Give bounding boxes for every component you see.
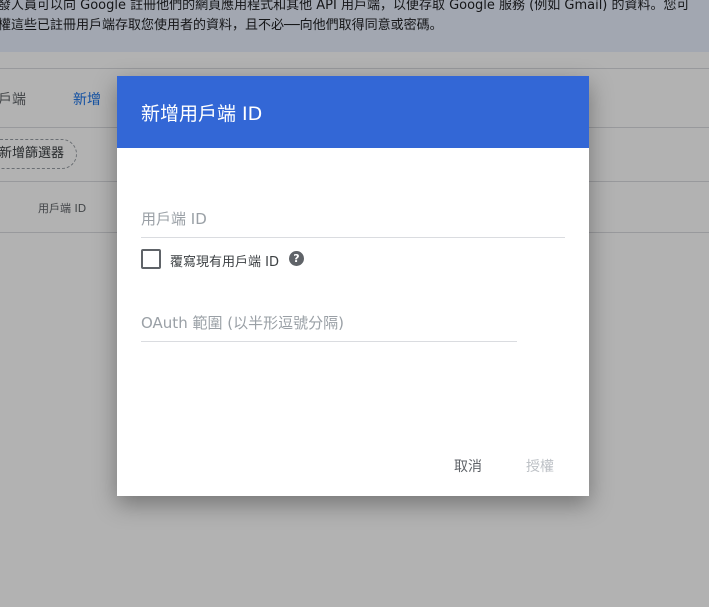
dialog-title: 新增用戶端 ID	[141, 103, 263, 125]
client-id-input[interactable]	[141, 206, 565, 238]
oauth-scope-input[interactable]	[141, 310, 517, 342]
cancel-button[interactable]: 取消	[448, 452, 488, 480]
help-icon[interactable]: ?	[289, 251, 304, 266]
dialog-header: 新增用戶端 ID	[117, 76, 589, 148]
page: 發人員可以向 Google 註冊他們的網頁應用程式和其他 API 用戶端，以便存…	[0, 0, 709, 607]
overwrite-checkbox-label[interactable]: 覆寫現有用戶端 ID	[170, 251, 279, 270]
add-client-id-dialog: 新增用戶端 ID 覆寫現有用戶端 ID ? 取消 授權	[117, 76, 589, 496]
overwrite-checkbox[interactable]	[141, 249, 161, 269]
authorize-button[interactable]: 授權	[520, 452, 560, 480]
